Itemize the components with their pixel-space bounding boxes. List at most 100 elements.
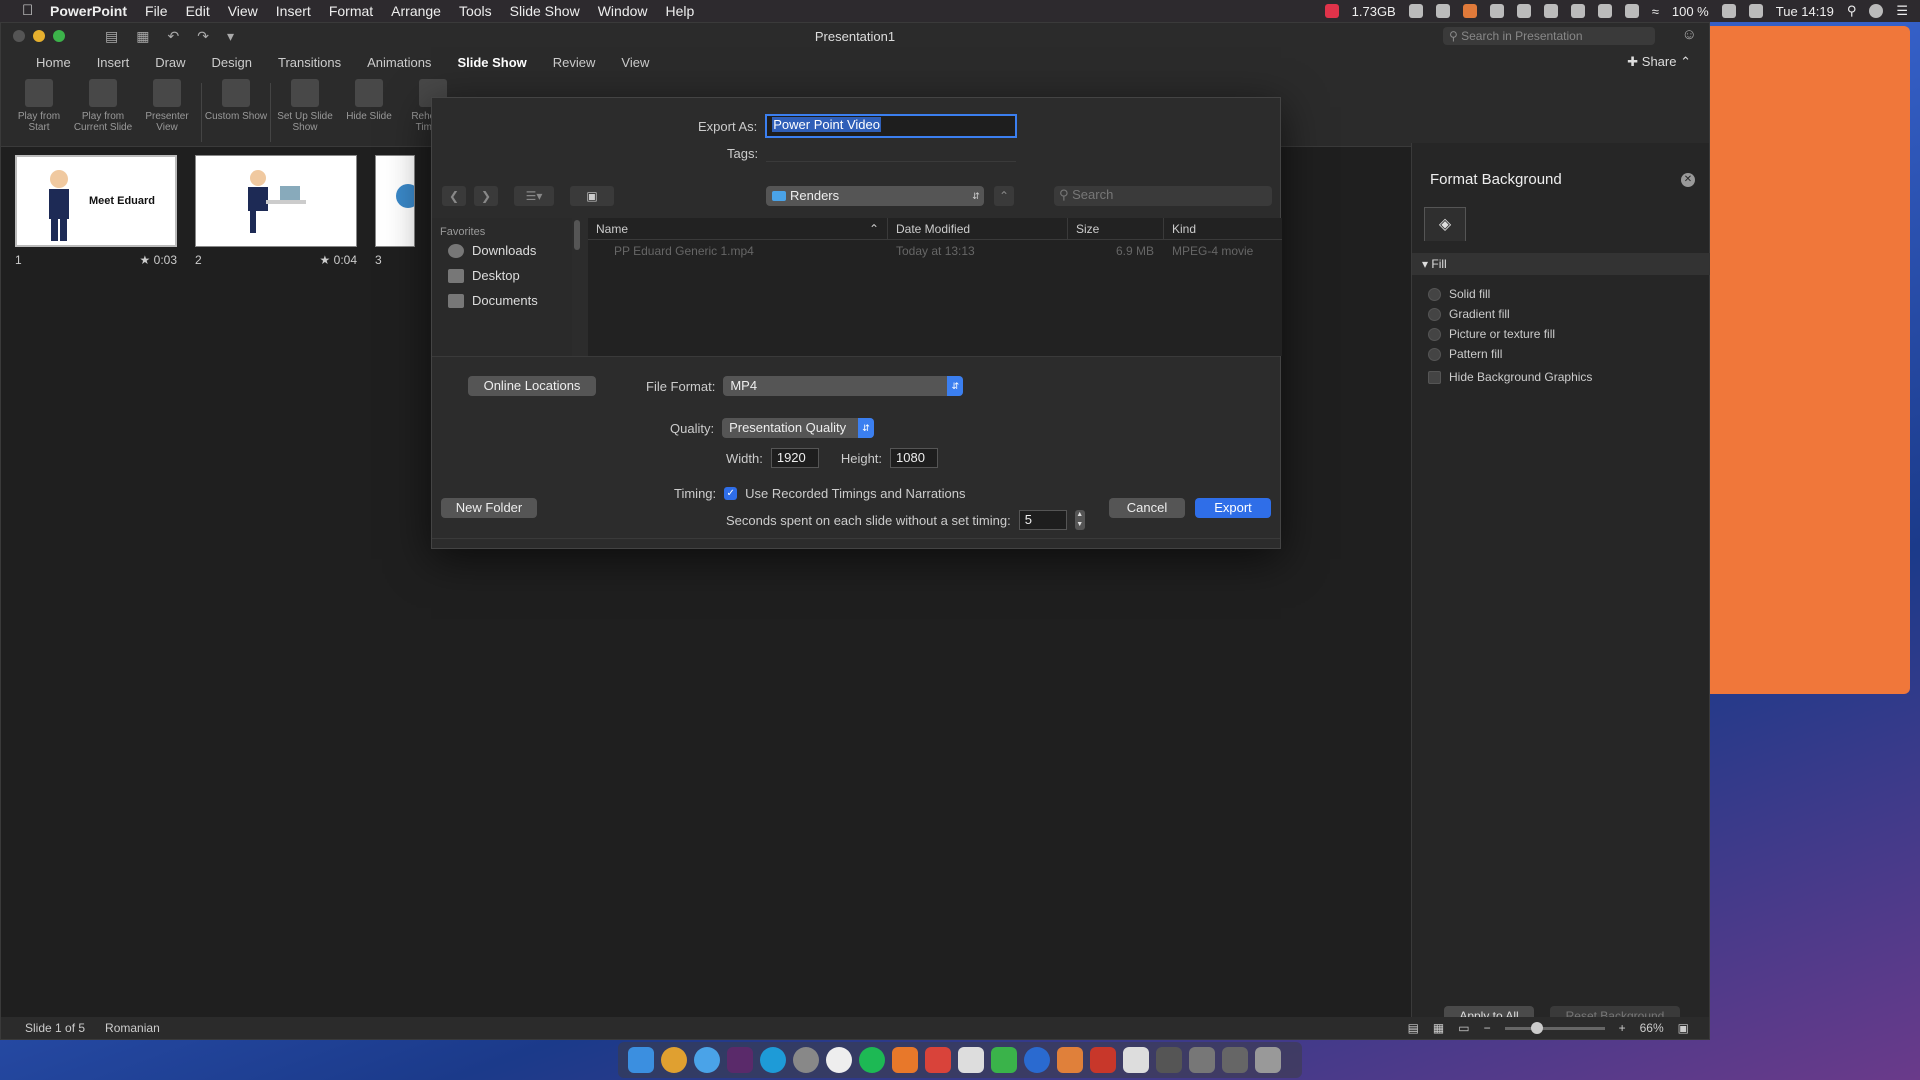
- folder-stack-icon[interactable]: [1189, 1047, 1215, 1073]
- chrome-icon[interactable]: [661, 1047, 687, 1073]
- tab-draw[interactable]: Draw: [142, 55, 198, 70]
- status-icon[interactable]: [1516, 4, 1531, 18]
- view-options-button[interactable]: ☰▾: [514, 186, 554, 206]
- search-presentation-input[interactable]: ⚲ Search in Presentation: [1443, 27, 1655, 45]
- menu-slideshow[interactable]: Slide Show: [510, 3, 580, 19]
- play-from-start-button[interactable]: Play from Start: [7, 79, 71, 146]
- trash-icon[interactable]: [1255, 1047, 1281, 1073]
- todoist-icon[interactable]: [925, 1047, 951, 1073]
- expand-collapse-button[interactable]: ⌃: [994, 186, 1014, 206]
- radio-button[interactable]: [1428, 347, 1441, 361]
- document-icon[interactable]: [1123, 1047, 1149, 1073]
- zoom-out-icon[interactable]: −: [1484, 1021, 1491, 1035]
- zoom-window-icon[interactable]: [53, 30, 65, 42]
- spotify-icon[interactable]: [859, 1047, 885, 1073]
- app-icon[interactable]: [1057, 1047, 1083, 1073]
- seconds-stepper[interactable]: ▲ ▼: [1074, 510, 1085, 530]
- screenshot-icon[interactable]: [1156, 1047, 1182, 1073]
- apple-icon[interactable]: : [22, 3, 36, 19]
- siri-icon[interactable]: [1869, 4, 1884, 18]
- app-icon[interactable]: [991, 1047, 1017, 1073]
- notes-app-icon[interactable]: [958, 1047, 984, 1073]
- tab-insert[interactable]: Insert: [84, 55, 143, 70]
- column-size[interactable]: Size: [1068, 217, 1164, 240]
- menu-help[interactable]: Help: [666, 3, 695, 19]
- slide-sorter-icon[interactable]: ▦: [1433, 1021, 1444, 1035]
- zoom-in-icon[interactable]: +: [1619, 1021, 1626, 1035]
- close-window-icon[interactable]: [13, 30, 25, 42]
- battery-status[interactable]: 100 %: [1672, 4, 1709, 19]
- notification-center-icon[interactable]: ☰: [1896, 3, 1908, 19]
- tab-transitions[interactable]: Transitions: [265, 55, 354, 70]
- cloud-icon[interactable]: [1597, 4, 1612, 18]
- solid-fill-option[interactable]: Solid fill: [1428, 287, 1490, 301]
- status-icon[interactable]: [1462, 4, 1477, 18]
- picture-fill-option[interactable]: Picture or texture fill: [1428, 327, 1555, 341]
- dialog-search-input[interactable]: ⚲ Search: [1054, 186, 1272, 206]
- column-date[interactable]: Date Modified: [888, 217, 1068, 240]
- width-input[interactable]: 1920: [770, 448, 819, 468]
- clock[interactable]: Tue 14:19: [1776, 4, 1834, 19]
- back-button[interactable]: ❮: [442, 186, 466, 206]
- clock-app-icon[interactable]: [826, 1047, 852, 1073]
- zoom-level[interactable]: 66%: [1640, 1021, 1664, 1035]
- menu-file[interactable]: File: [145, 3, 168, 19]
- redo-icon[interactable]: ↷: [197, 28, 209, 45]
- tab-slide-show[interactable]: Slide Show: [444, 55, 539, 70]
- input-source-icon[interactable]: [1748, 4, 1763, 18]
- fill-bucket-icon[interactable]: ◈: [1424, 207, 1466, 241]
- sidebar-scrollbar[interactable]: [574, 220, 580, 250]
- radio-button[interactable]: [1428, 307, 1441, 321]
- slack-icon[interactable]: [727, 1047, 753, 1073]
- tags-input[interactable]: [766, 144, 1017, 162]
- online-locations-button[interactable]: Online Locations: [468, 376, 596, 396]
- customize-toolbar-icon[interactable]: ▾: [227, 28, 234, 45]
- spotlight-icon[interactable]: ⚲: [1847, 3, 1857, 19]
- powerpoint-icon[interactable]: [1090, 1047, 1116, 1073]
- play-from-current-button[interactable]: Play from Current Slide: [71, 79, 135, 146]
- menu-view[interactable]: View: [228, 3, 258, 19]
- memory-status[interactable]: 1.73GB: [1352, 4, 1396, 19]
- menu-insert[interactable]: Insert: [276, 3, 311, 19]
- app-icon[interactable]: [1024, 1047, 1050, 1073]
- new-folder-icon[interactable]: ▣: [570, 186, 614, 206]
- cancel-button[interactable]: Cancel: [1109, 498, 1185, 518]
- custom-show-button[interactable]: Custom Show: [204, 79, 268, 146]
- undo-icon[interactable]: ↶: [167, 28, 179, 45]
- hide-slide-button[interactable]: Hide Slide: [337, 79, 401, 146]
- sidebar-item-downloads[interactable]: Downloads: [432, 238, 572, 263]
- skype-icon[interactable]: [760, 1047, 786, 1073]
- checkbox[interactable]: [1428, 370, 1441, 384]
- column-name[interactable]: Name ⌃: [588, 217, 888, 240]
- pattern-fill-option[interactable]: Pattern fill: [1428, 347, 1502, 361]
- wifi-icon[interactable]: ≈: [1652, 4, 1659, 19]
- tab-design[interactable]: Design: [199, 55, 265, 70]
- launchpad-icon[interactable]: [793, 1047, 819, 1073]
- menu-tools[interactable]: Tools: [459, 3, 492, 19]
- quality-dropdown[interactable]: Presentation Quality ⇵: [722, 418, 875, 438]
- notes-icon[interactable]: ▤: [1408, 1021, 1419, 1035]
- sublime-icon[interactable]: [892, 1047, 918, 1073]
- slide-thumbnail[interactable]: Meet Eduard 1 ★ 0:03: [15, 155, 177, 267]
- menu-app[interactable]: PowerPoint: [50, 3, 127, 19]
- status-icon[interactable]: [1408, 4, 1423, 18]
- menu-format[interactable]: Format: [329, 3, 373, 19]
- minimize-window-icon[interactable]: [33, 30, 45, 42]
- sidebar-item-desktop[interactable]: Desktop: [432, 263, 572, 288]
- close-panel-icon[interactable]: ✕: [1681, 173, 1695, 187]
- menu-window[interactable]: Window: [598, 3, 648, 19]
- zoom-slider[interactable]: [1504, 1021, 1605, 1034]
- record-icon[interactable]: [1324, 4, 1339, 18]
- use-recorded-timings-checkbox[interactable]: ✓: [724, 487, 738, 500]
- folder-stack-icon[interactable]: [1222, 1047, 1248, 1073]
- seconds-input[interactable]: 5: [1018, 510, 1067, 530]
- dropbox-icon[interactable]: [1489, 4, 1504, 18]
- fill-section-header[interactable]: ▾ Fill: [1412, 253, 1710, 275]
- hide-background-graphics-option[interactable]: Hide Background Graphics: [1428, 370, 1592, 384]
- status-icon[interactable]: [1543, 4, 1558, 18]
- sidebar-item-documents[interactable]: Documents: [432, 288, 572, 313]
- zoom-knob[interactable]: [1530, 1021, 1543, 1034]
- export-as-input[interactable]: Power Point Video: [765, 114, 1018, 138]
- tab-review[interactable]: Review: [540, 55, 609, 70]
- export-button[interactable]: Export: [1195, 498, 1271, 518]
